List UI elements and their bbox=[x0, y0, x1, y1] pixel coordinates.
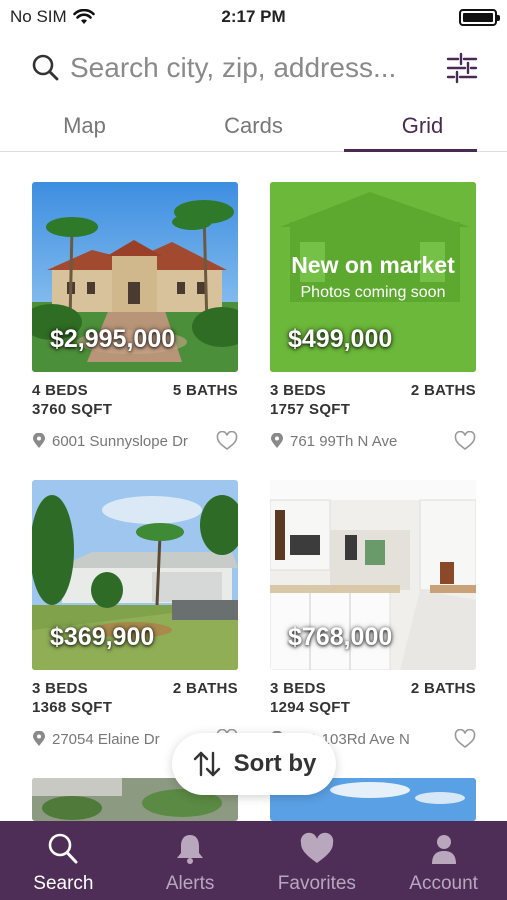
carrier-label: No SIM bbox=[10, 7, 67, 26]
listing-card[interactable]: $369,900 3 BEDS 2 BATHS 1368 SQFT 27054 … bbox=[32, 480, 238, 749]
listing-photo[interactable]: $369,900 bbox=[32, 480, 238, 670]
listing-baths: 5 BATHS bbox=[172, 382, 238, 399]
location-pin-icon bbox=[33, 433, 45, 448]
wifi-icon bbox=[72, 9, 95, 24]
listing-sqft: 3760 SQFT bbox=[32, 401, 113, 418]
nav-account[interactable]: Account bbox=[380, 821, 507, 900]
listing-card[interactable]: New on market Photos coming soon $499,00… bbox=[270, 182, 476, 451]
listing-price: $369,900 bbox=[50, 623, 155, 651]
listing-sqft: 1368 SQFT bbox=[32, 699, 113, 716]
listing-sqft: 1294 SQFT bbox=[270, 699, 351, 716]
person-icon bbox=[431, 835, 456, 864]
listing-baths: 2 BATHS bbox=[410, 680, 476, 697]
listing-price: $499,000 bbox=[288, 325, 393, 353]
tab-cards-label: Cards bbox=[224, 112, 283, 138]
listing-specs: 3 BEDS 2 BATHS 1294 SQFT bbox=[270, 679, 476, 717]
listing-specs: 3 BEDS 2 BATHS 1757 SQFT bbox=[270, 381, 476, 419]
listing-card[interactable]: $2,995,000 4 BEDS 5 BATHS 3760 SQFT 6001… bbox=[32, 182, 238, 451]
listing-price: $768,000 bbox=[288, 623, 393, 651]
tab-grid-label: Grid bbox=[401, 112, 444, 138]
photos-coming-soon-text: Photos coming soon bbox=[300, 284, 446, 301]
favorite-heart-icon[interactable] bbox=[454, 431, 476, 451]
nav-account-label: Account bbox=[409, 873, 478, 894]
nav-favorites-label: Favorites bbox=[277, 873, 356, 894]
listing-address-row: 761 99Th N Ave bbox=[270, 431, 476, 451]
listing-address: 6001 Sunnyslope Dr bbox=[52, 432, 188, 450]
listing-price: $2,995,000 bbox=[50, 325, 176, 353]
search-input[interactable] bbox=[70, 52, 435, 84]
search-bar bbox=[0, 40, 507, 96]
location-pin-icon bbox=[33, 731, 45, 746]
nav-alerts-label: Alerts bbox=[165, 873, 215, 894]
battery-icon bbox=[459, 9, 500, 26]
tab-map[interactable]: Map bbox=[0, 100, 169, 151]
favorite-heart-icon[interactable] bbox=[216, 431, 238, 451]
listing-photo[interactable]: $2,995,000 bbox=[32, 182, 238, 372]
nav-search[interactable]: Search bbox=[0, 821, 127, 900]
heart-icon bbox=[300, 832, 334, 863]
location-pin-icon bbox=[271, 433, 283, 448]
listing-baths: 2 BATHS bbox=[172, 680, 238, 697]
nav-alerts[interactable]: Alerts bbox=[127, 821, 254, 900]
listing-baths: 2 BATHS bbox=[410, 382, 476, 399]
view-tabs: Map Cards Grid bbox=[0, 100, 507, 152]
listing-address: 761 99Th N Ave bbox=[290, 432, 398, 450]
search-icon bbox=[32, 54, 59, 81]
listing-specs: 4 BEDS 5 BATHS 3760 SQFT bbox=[32, 381, 238, 419]
listing-photo[interactable]: New on market Photos coming soon $499,00… bbox=[270, 182, 476, 372]
tab-map-label: Map bbox=[63, 112, 106, 138]
sort-by-button[interactable]: Sort by bbox=[172, 733, 336, 795]
sort-arrows-icon bbox=[193, 751, 220, 777]
nav-favorites[interactable]: Favorites bbox=[254, 821, 381, 900]
new-on-market-title: New on market bbox=[291, 252, 455, 278]
listing-specs: 3 BEDS 2 BATHS 1368 SQFT bbox=[32, 679, 238, 717]
listing-sqft: 1757 SQFT bbox=[270, 401, 351, 418]
listing-address-row: 6001 Sunnyslope Dr bbox=[32, 431, 238, 451]
status-bar: No SIM 2:17 PM bbox=[0, 0, 507, 34]
bottom-nav: Search Alerts Favorites Account bbox=[0, 821, 507, 900]
search-icon bbox=[49, 833, 78, 864]
sort-by-label: Sort by bbox=[233, 750, 317, 777]
tab-cards[interactable]: Cards bbox=[169, 100, 338, 151]
listing-address: 27054 Elaine Dr bbox=[52, 730, 160, 748]
favorite-heart-icon[interactable] bbox=[454, 729, 476, 749]
listing-photo[interactable]: $768,000 bbox=[270, 480, 476, 670]
filter-sliders-icon[interactable] bbox=[445, 51, 479, 85]
nav-search-label: Search bbox=[33, 873, 94, 894]
tab-grid[interactable]: Grid bbox=[338, 100, 507, 152]
listing-card[interactable]: $768,000 3 BEDS 2 BATHS 1294 SQFT 5N1 10… bbox=[270, 480, 476, 749]
bell-icon bbox=[177, 835, 204, 864]
